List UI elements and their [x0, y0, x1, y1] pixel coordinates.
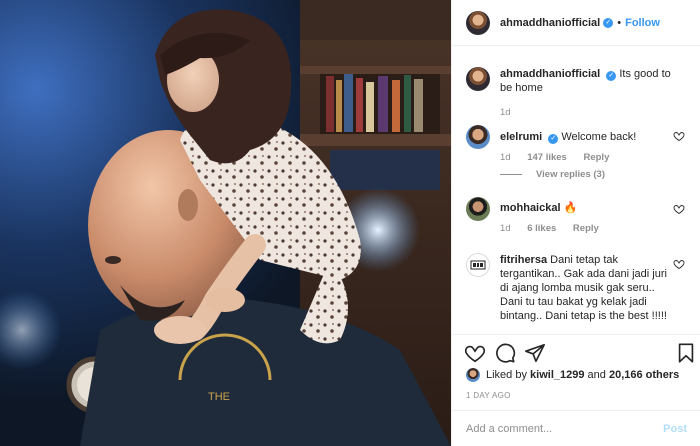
reply-button[interactable]: Reply: [583, 152, 609, 163]
comment-item: fitrihersa Dani tetap tak tergantikan.. …: [466, 253, 690, 323]
comment-username[interactable]: elelrumi: [500, 131, 542, 143]
avatar-logo-icon: [470, 260, 486, 270]
comment-bubble-icon[interactable]: [494, 342, 516, 364]
follow-button[interactable]: Follow: [625, 17, 660, 29]
comment-body: mohhaickal 🔥: [500, 197, 680, 221]
bookmark-icon[interactable]: [675, 342, 697, 364]
post-header: ahmaddhaniofficial ✓ • Follow: [452, 0, 700, 46]
author-username[interactable]: ahmaddhaniofficial: [500, 17, 600, 29]
post-side-panel: ahmaddhaniofficial ✓ • Follow ahmaddhani…: [451, 0, 700, 446]
post-photo[interactable]: THE: [0, 0, 451, 446]
caption-body: ahmaddhaniofficial ✓ Its good to be home: [500, 67, 680, 95]
add-comment-input[interactable]: [466, 422, 656, 435]
comment-likes[interactable]: 147 likes: [527, 152, 567, 163]
reply-button[interactable]: Reply: [573, 223, 599, 234]
caption-text-line: ahmaddhaniofficial ✓ Its good to be home: [500, 67, 680, 95]
verified-badge-icon: ✓: [548, 134, 559, 144]
caption-username[interactable]: ahmaddhaniofficial: [500, 68, 600, 80]
fire-emoji-icon: 🔥: [563, 202, 578, 214]
comment-like-heart-icon[interactable]: [673, 203, 685, 215]
likes-text: Liked by kiwil_1299 and 20,166 others: [486, 369, 679, 381]
replies-divider: [500, 173, 522, 175]
action-bar: [452, 334, 700, 370]
photo-illustration: THE: [0, 0, 451, 446]
comment-likes[interactable]: 6 likes: [527, 223, 556, 234]
post-comment-button[interactable]: Post: [663, 423, 687, 435]
likes-prefix: Liked by: [486, 369, 527, 381]
post-date[interactable]: 1 DAY AGO: [466, 391, 511, 400]
heart-icon[interactable]: [464, 342, 486, 364]
header-separator: •: [617, 16, 622, 29]
author-avatar[interactable]: [466, 10, 490, 35]
verified-badge-icon: ✓: [606, 71, 617, 81]
comment-time[interactable]: 1d: [500, 152, 511, 163]
paper-plane-icon[interactable]: [524, 342, 546, 364]
comment-username[interactable]: mohhaickal: [500, 202, 561, 214]
comment-body: fitrihersa Dani tetap tak tergantikan.. …: [500, 253, 676, 323]
comment-meta: 1d 6 likes Reply: [500, 223, 613, 234]
likes-summary: Liked by kiwil_1299 and 20,166 others: [466, 368, 679, 382]
caption-time[interactable]: 1d: [500, 107, 511, 118]
liker-avatar[interactable]: [466, 368, 480, 382]
comment-meta: 1d 147 likes Reply: [500, 152, 623, 163]
caption-meta: 1d: [500, 107, 525, 118]
add-comment-bar: Post: [452, 410, 700, 446]
comment-like-heart-icon[interactable]: [673, 130, 685, 142]
comments-list[interactable]: ahmaddhaniofficial ✓ Its good to be home…: [452, 47, 700, 334]
comment-text-line: mohhaickal 🔥: [500, 201, 680, 215]
comment-time[interactable]: 1d: [500, 223, 511, 234]
comment-item: elelrumi ✓ Welcome back!: [466, 125, 690, 149]
comment-like-heart-icon[interactable]: [673, 258, 685, 270]
commenter-avatar[interactable]: [466, 125, 490, 149]
comment-text-line: elelrumi ✓ Welcome back!: [500, 130, 680, 144]
comment-text-line: fitrihersa Dani tetap tak tergantikan.. …: [500, 253, 676, 323]
liker-username[interactable]: kiwil_1299: [530, 369, 584, 381]
likes-connector: and: [587, 369, 606, 381]
view-replies[interactable]: View replies (3): [500, 169, 619, 180]
likes-others[interactable]: 20,166 others: [609, 369, 679, 381]
comment-item: mohhaickal 🔥: [466, 197, 690, 221]
view-replies-label[interactable]: View replies (3): [536, 169, 605, 180]
commenter-avatar[interactable]: [466, 253, 490, 277]
commenter-avatar[interactable]: [466, 197, 490, 221]
shirt-print-text: THE: [208, 391, 230, 403]
comment-username[interactable]: fitrihersa: [500, 254, 547, 266]
caption-avatar[interactable]: [466, 67, 490, 91]
comment-body: elelrumi ✓ Welcome back!: [500, 125, 680, 149]
instagram-post: THE ahmaddhaniofficial ✓ • Follow ahmadd…: [0, 0, 700, 446]
comment-text: Welcome back!: [561, 131, 637, 143]
verified-badge-icon: ✓: [603, 17, 614, 28]
caption-comment: ahmaddhaniofficial ✓ Its good to be home: [466, 67, 690, 95]
